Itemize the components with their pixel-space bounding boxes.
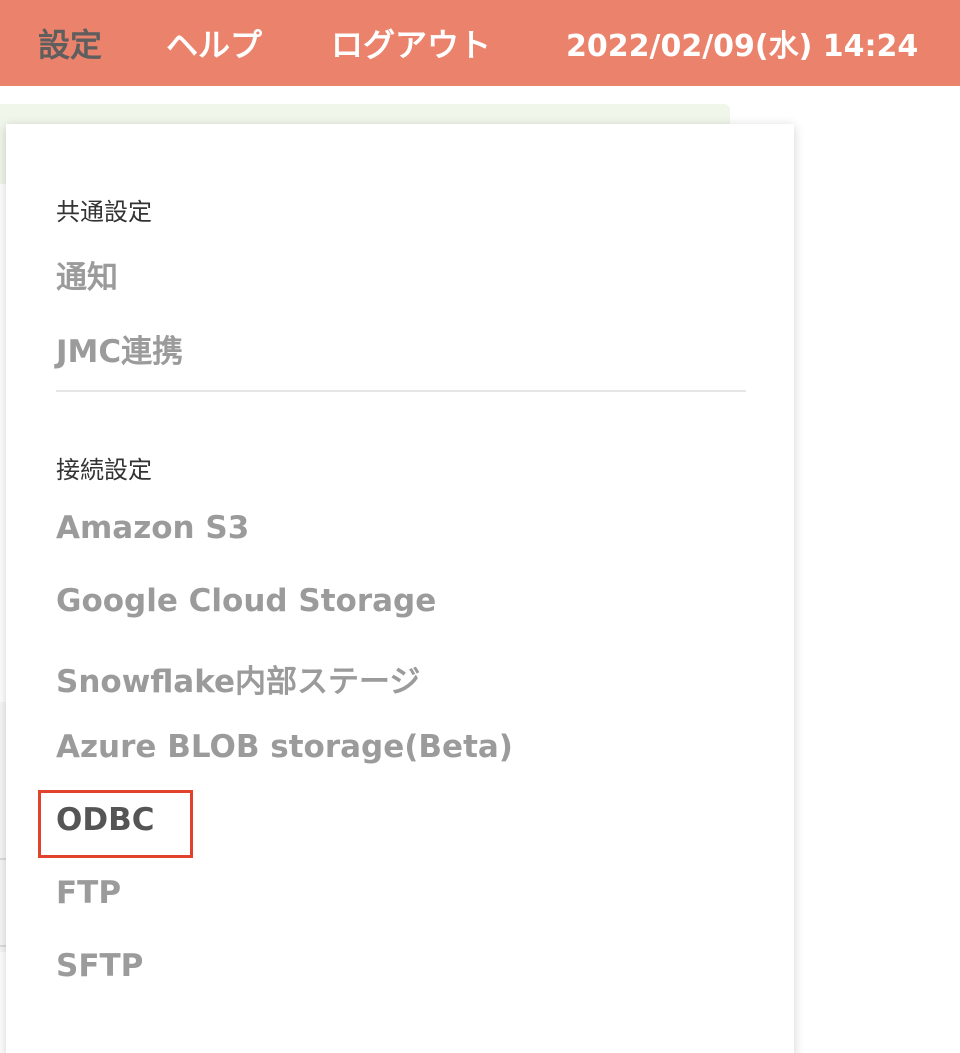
menu-item-azure-blob-storage[interactable]: Azure BLOB storage(Beta) xyxy=(56,729,513,765)
connection-settings-header: 接続設定 xyxy=(56,456,152,484)
current-datetime: 2022/02/09(水) 14:24 xyxy=(566,29,919,64)
menu-item-jmc-integration[interactable]: JMC連携 xyxy=(56,326,183,371)
menu-item-sftp[interactable]: SFTP xyxy=(56,948,143,984)
menu-item-ftp[interactable]: FTP xyxy=(56,875,121,911)
nav-help[interactable]: ヘルプ xyxy=(166,0,262,86)
nav-logout[interactable]: ログアウト xyxy=(331,0,491,86)
section-divider xyxy=(56,390,746,392)
odbc-highlight-box xyxy=(38,790,193,858)
menu-item-snowflake-internal-stage[interactable]: Snowflake内部ステージ xyxy=(56,656,420,701)
settings-dropdown-menu: 共通設定 通知 JMC連携 接続設定 Amazon S3 Google Clou… xyxy=(6,124,794,1053)
common-settings-header: 共通設定 xyxy=(56,198,152,226)
menu-item-notifications[interactable]: 通知 xyxy=(56,252,118,297)
page: 設定 ヘルプ ログアウト 2022/02/09(水) 14:24 共通設定 通知… xyxy=(0,0,960,1053)
menu-item-amazon-s3[interactable]: Amazon S3 xyxy=(56,510,249,546)
nav-settings[interactable]: 設定 xyxy=(38,0,102,86)
menu-item-google-cloud-storage[interactable]: Google Cloud Storage xyxy=(56,583,436,619)
top-navigation-bar: 設定 ヘルプ ログアウト 2022/02/09(水) 14:24 xyxy=(0,0,960,86)
